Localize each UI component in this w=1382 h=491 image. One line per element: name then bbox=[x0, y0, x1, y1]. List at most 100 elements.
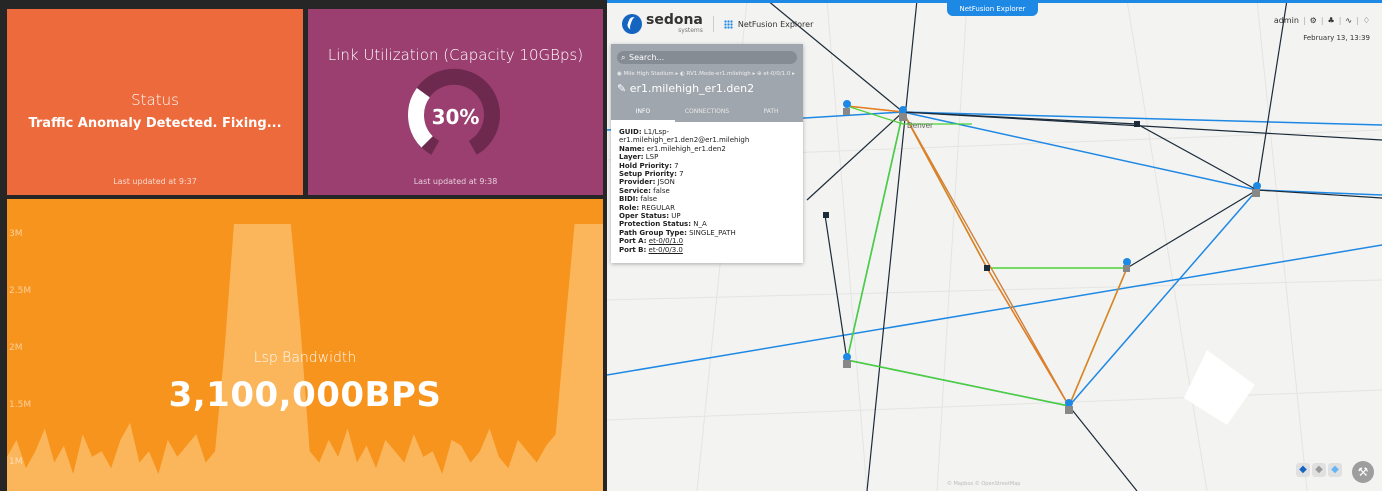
status-tile: Status Traffic Anomaly Detected. Fixing.… bbox=[7, 9, 303, 195]
property-row: Path Group Type: SINGLE_PATH bbox=[619, 229, 795, 237]
property-row: GUID: L1/Lsp-er1.milehigh_er1.den2@er1.m… bbox=[619, 128, 795, 145]
node-marker[interactable] bbox=[899, 106, 907, 114]
y-tick-label: 2.5M bbox=[9, 286, 32, 297]
property-row: Protection Status: N_A bbox=[619, 220, 795, 228]
port-link[interactable]: et-0/0/1.0 bbox=[649, 237, 683, 245]
router-icon[interactable] bbox=[1252, 189, 1260, 197]
sedona-logo-icon bbox=[622, 14, 642, 34]
status-message: Traffic Anomaly Detected. Fixing... bbox=[28, 116, 282, 131]
bell-icon[interactable]: ♢ bbox=[1363, 16, 1370, 25]
node-marker[interactable] bbox=[843, 100, 851, 108]
switch-icon[interactable] bbox=[823, 212, 829, 218]
logo-text: sedona bbox=[646, 12, 703, 28]
logo-subtext: systems bbox=[678, 27, 703, 34]
user-menu[interactable]: admin bbox=[1274, 16, 1299, 25]
layers-icon[interactable]: ◆ bbox=[1296, 463, 1310, 477]
router-icon[interactable] bbox=[1065, 406, 1073, 414]
property-value: REGULAR bbox=[641, 203, 675, 212]
dashboard: Status Traffic Anomaly Detected. Fixing.… bbox=[0, 0, 607, 491]
details-panel: Search... ◉ Mile High Stadium ▸ ◐ RV1.Mo… bbox=[611, 44, 803, 263]
app-name: NetFusion Explorer bbox=[737, 19, 814, 29]
tab-info[interactable]: INFO bbox=[611, 102, 675, 122]
layers-icon[interactable]: ◆ bbox=[1328, 463, 1342, 477]
property-value: LSP bbox=[645, 153, 659, 162]
app-grid-icon[interactable] bbox=[723, 19, 733, 29]
property-value: JSON bbox=[657, 178, 675, 187]
property-row: Port B: et-0/0/3.0 bbox=[619, 246, 795, 254]
toolbar-divider: | bbox=[1356, 16, 1359, 25]
router-icon[interactable] bbox=[843, 108, 850, 115]
property-row: Setup Priority: 7 bbox=[619, 170, 795, 178]
property-value: false bbox=[653, 186, 670, 195]
bandwidth-value: 3,100,000BPS bbox=[168, 375, 442, 415]
node-marker[interactable] bbox=[1065, 399, 1073, 407]
property-key: Setup Priority: bbox=[619, 170, 677, 179]
property-row: Oper Status: UP bbox=[619, 212, 795, 220]
property-key: Port B: bbox=[619, 245, 647, 254]
property-value: 7 bbox=[674, 161, 679, 170]
y-tick-label: 1M bbox=[9, 456, 23, 467]
property-value: false bbox=[640, 195, 658, 204]
property-key: Service: bbox=[619, 186, 651, 195]
panel-header: Search... ◉ Mile High Stadium ▸ ◐ RV1.Mo… bbox=[611, 44, 803, 122]
property-key: Provider: bbox=[619, 178, 656, 187]
app-header: sedona systems NetFusion Explorer bbox=[622, 12, 814, 34]
switch-icon[interactable] bbox=[1134, 121, 1140, 127]
router-icon[interactable] bbox=[843, 360, 851, 368]
property-key: Path Group Type: bbox=[619, 228, 687, 237]
wrench-icon[interactable]: ⚒ bbox=[1352, 461, 1374, 483]
property-row: Layer: LSP bbox=[619, 153, 795, 161]
property-key: Layer: bbox=[619, 153, 644, 162]
user-toolbar: admin | ⚙ | ♣ | ∿ | ♢ bbox=[1274, 16, 1370, 25]
puzzle-icon[interactable]: ♣ bbox=[1328, 16, 1335, 25]
node-marker[interactable] bbox=[1123, 258, 1131, 266]
node-marker[interactable] bbox=[1253, 182, 1261, 190]
network-nodes[interactable] bbox=[823, 100, 1261, 414]
search-input[interactable]: Search... bbox=[617, 51, 797, 64]
link-updated: Last updated at 9:38 bbox=[413, 177, 498, 186]
current-date: February 13, 13:39 bbox=[1303, 34, 1370, 42]
property-key: Protection Status: bbox=[619, 220, 692, 229]
app-switcher[interactable]: NetFusion Explorer bbox=[723, 19, 814, 29]
bandwidth-title: Lsp Bandwidth bbox=[253, 350, 357, 366]
bandwidth-tile: 3M 2.5M 2M 1.5M 1M Lsp Bandwidth 3,100,000BP… bbox=[7, 199, 603, 491]
node-label: Denver bbox=[907, 121, 933, 130]
toolbar-divider: | bbox=[1338, 16, 1342, 25]
layers-icon[interactable]: ◆ bbox=[1312, 463, 1326, 477]
property-row: BIDI: false bbox=[619, 195, 795, 203]
map-attribution: © Mapbox © OpenStreetMap bbox=[947, 481, 1021, 487]
switch-icon[interactable] bbox=[984, 265, 990, 271]
router-icon[interactable] bbox=[1123, 265, 1130, 272]
tab-path[interactable]: PATH bbox=[739, 102, 803, 122]
property-row: Service: false bbox=[619, 187, 795, 195]
property-value: 7 bbox=[679, 170, 684, 179]
logo[interactable]: sedona systems bbox=[646, 12, 703, 34]
toolbar-divider: | bbox=[1320, 16, 1324, 25]
property-row: Hold Priority: 7 bbox=[619, 162, 795, 170]
property-key: BIDI: bbox=[619, 195, 639, 204]
property-row: Name: er1.milehigh_er1.den2 bbox=[619, 145, 795, 153]
property-row: Role: REGULAR bbox=[619, 204, 795, 212]
gear-icon[interactable]: ⚙ bbox=[1310, 16, 1317, 25]
breadcrumb[interactable]: ◉ Mile High Stadium ▸ ◐ RV1.Mode-er1.mil… bbox=[617, 71, 795, 77]
link-utilization-tile: Link Utilization (Capacity 10GBps) 30% L… bbox=[308, 9, 603, 195]
router-icon[interactable] bbox=[899, 113, 907, 121]
panel-tabs: INFO CONNECTIONS PATH bbox=[611, 102, 803, 122]
utilization-value: 30% bbox=[431, 105, 480, 129]
property-key: Role: bbox=[619, 203, 640, 212]
tab-connections[interactable]: CONNECTIONS bbox=[675, 102, 739, 122]
pulse-icon[interactable]: ∿ bbox=[1345, 16, 1352, 25]
bandwidth-chart bbox=[7, 224, 603, 491]
property-key: Port A: bbox=[619, 237, 647, 246]
node-marker[interactable] bbox=[843, 353, 851, 361]
property-key: Hold Priority: bbox=[619, 161, 672, 170]
port-link[interactable]: et-0/0/3.0 bbox=[649, 246, 683, 254]
property-row: Provider: JSON bbox=[619, 178, 795, 186]
property-value: UP bbox=[671, 212, 681, 221]
link-title: Link Utilization (Capacity 10GBps) bbox=[327, 46, 584, 64]
property-value: er1.milehigh_er1.den2 bbox=[646, 144, 726, 153]
property-key: Oper Status: bbox=[619, 212, 670, 221]
properties-list: GUID: L1/Lsp-er1.milehigh_er1.den2@er1.m… bbox=[611, 122, 803, 260]
network-map[interactable]: Denver NetFusion Explorer sedona systems… bbox=[607, 0, 1382, 491]
app-tab[interactable]: NetFusion Explorer bbox=[947, 3, 1038, 16]
